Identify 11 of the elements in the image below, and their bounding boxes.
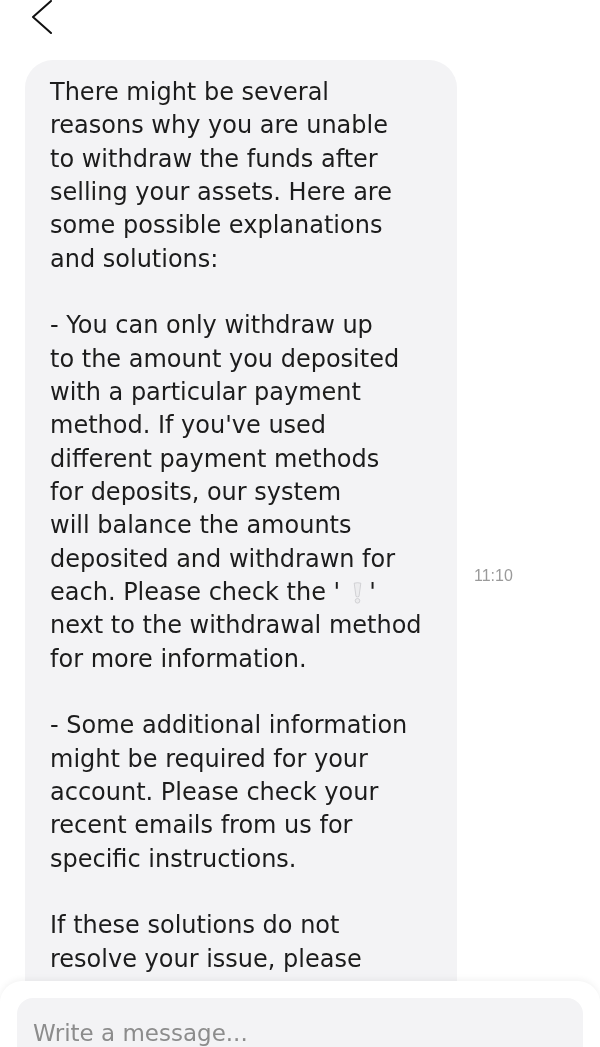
chevron-left-icon [31, 0, 53, 34]
message-text: If these solutions do not resolve your issue, please [50, 910, 363, 975]
message-text: each. Please check the ' [50, 576, 341, 608]
message-time: 11:10 [474, 567, 513, 585]
message-text: ' [369, 576, 376, 608]
exclamation-icon [353, 581, 363, 604]
message-text: - Some additional information might be required for your account. Please check your recent emails from us for specific instructions. [50, 710, 409, 875]
back-button[interactable] [31, 0, 53, 34]
message-text: There might be several reasons why you are unable to withdraw the funds after selling your assets. Here are some possible explanations and solutions: [50, 77, 393, 275]
message-input[interactable]: Write a message... [17, 998, 583, 1047]
message-text: next to the withdrawal method for more information. [50, 610, 423, 675]
